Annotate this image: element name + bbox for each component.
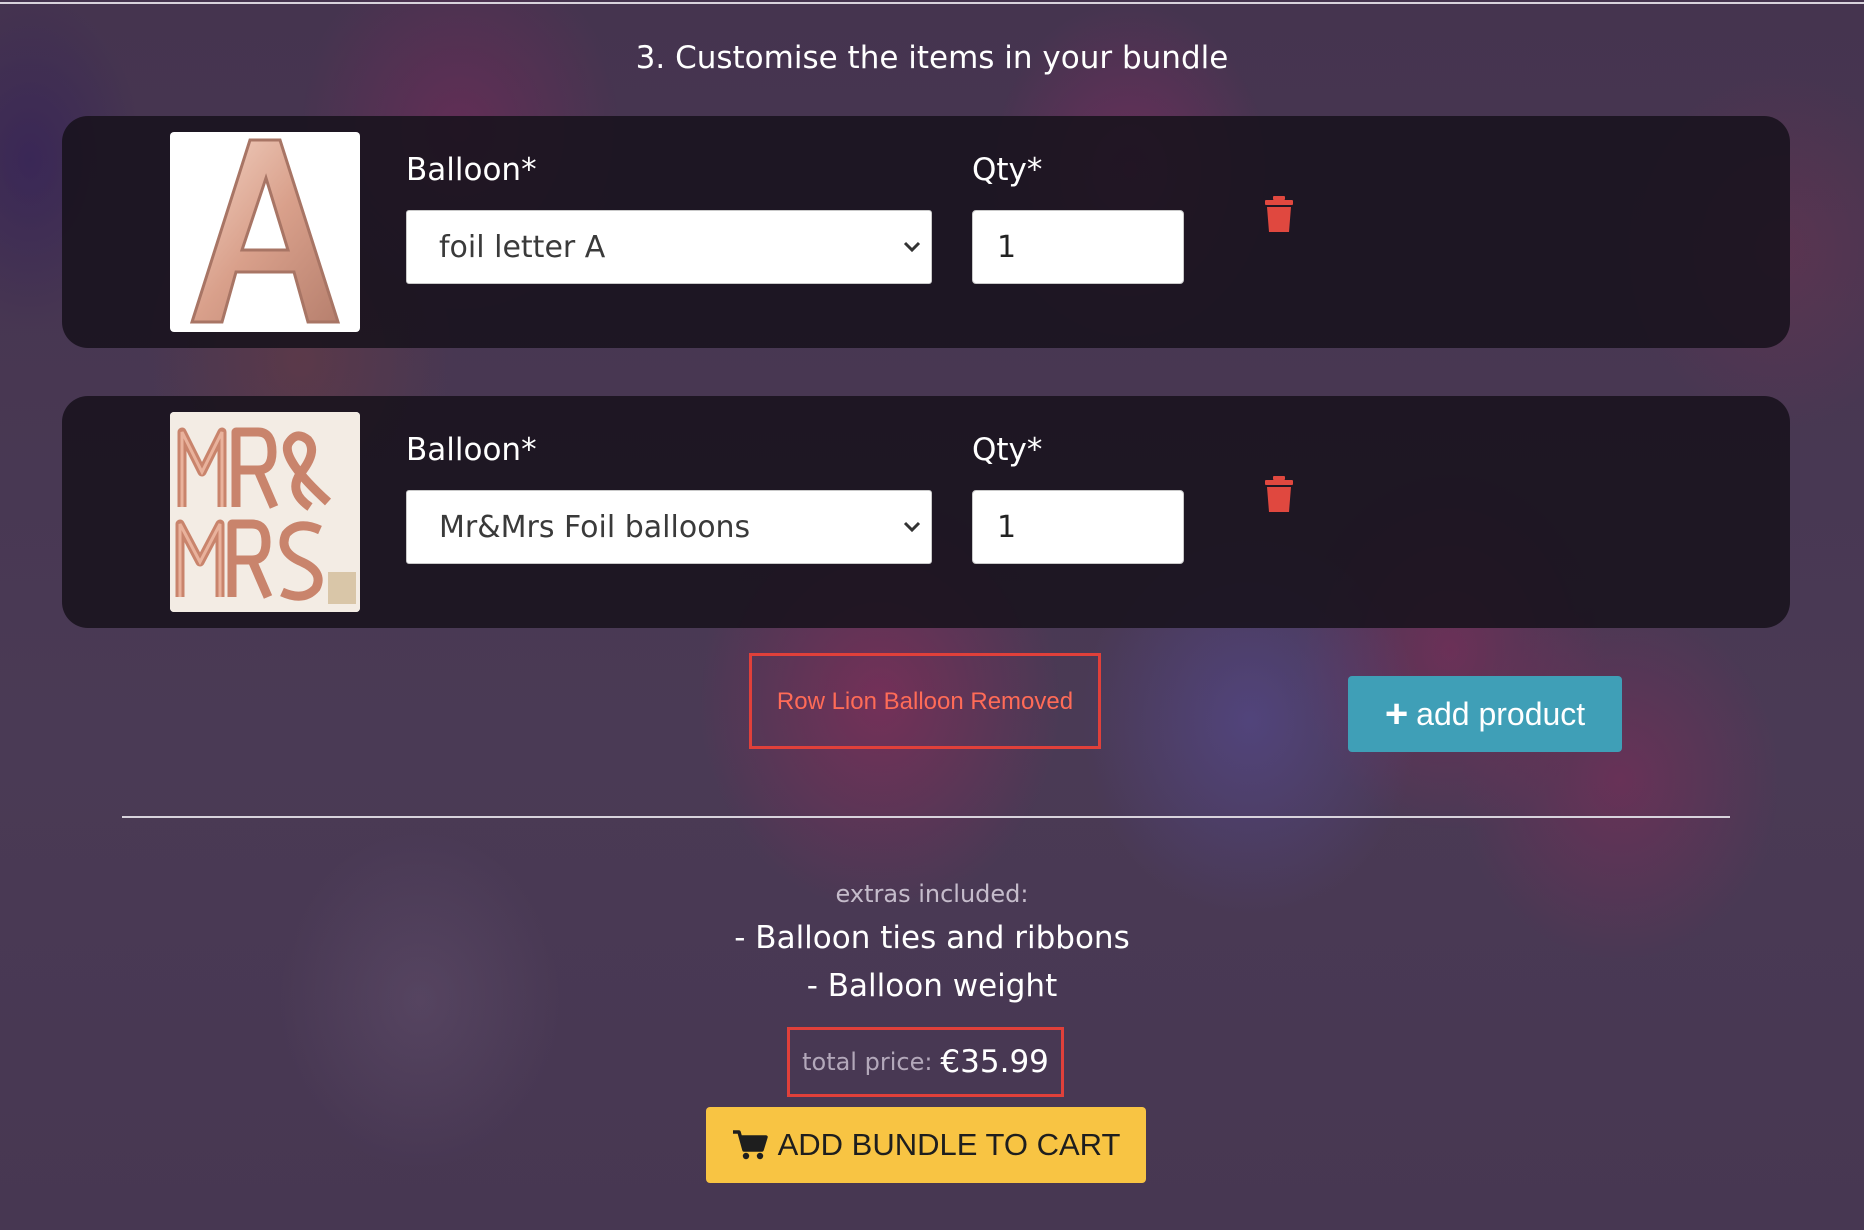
foil-letter-a-image <box>170 132 360 332</box>
balloon-label: Balloon* <box>406 432 537 468</box>
chevron-down-icon <box>903 241 921 253</box>
section-title: 3. Customise the items in your bundle <box>635 40 1229 76</box>
total-price-value: €35.99 <box>940 1044 1049 1080</box>
chevron-down-icon <box>903 521 921 533</box>
total-price: total price: €35.99 <box>787 1027 1064 1097</box>
mr-mrs-foil-image <box>170 412 360 612</box>
qty-label: Qty* <box>972 152 1043 188</box>
removal-notice: Row Lion Balloon Removed <box>749 653 1101 749</box>
qty-input[interactable]: 1 <box>972 210 1184 284</box>
add-bundle-to-cart-button[interactable]: ADD BUNDLE TO CART <box>706 1107 1146 1183</box>
balloon-label: Balloon* <box>406 152 537 188</box>
removal-notice-text: Row Lion Balloon Removed <box>776 688 1074 715</box>
qty-input[interactable]: 1 <box>972 490 1184 564</box>
bundle-item-row: Balloon* Qty* Mr&Mrs Foil balloons 1 <box>62 396 1790 628</box>
extras-item: - Balloon weight <box>806 968 1058 1004</box>
add-product-button[interactable]: + add product <box>1348 676 1622 752</box>
extras-item: - Balloon ties and ribbons <box>734 920 1130 956</box>
cart-icon <box>732 1130 768 1160</box>
add-bundle-to-cart-label: ADD BUNDLE TO CART <box>777 1127 1121 1162</box>
trash-icon[interactable] <box>1264 196 1294 232</box>
add-product-label: add product <box>1416 695 1586 732</box>
balloon-select-value: foil letter A <box>439 230 606 265</box>
trash-icon[interactable] <box>1264 476 1294 512</box>
balloon-select-value: Mr&Mrs Foil balloons <box>439 510 751 545</box>
qty-input-value: 1 <box>997 230 1017 265</box>
total-price-label: total price: <box>802 1048 933 1076</box>
plus-icon: + <box>1384 692 1409 736</box>
qty-label: Qty* <box>972 432 1043 468</box>
balloon-select[interactable]: Mr&Mrs Foil balloons <box>406 490 932 564</box>
extras-label: extras included: <box>835 880 1029 908</box>
balloon-select[interactable]: foil letter A <box>406 210 932 284</box>
section-divider <box>122 816 1730 818</box>
top-divider <box>0 2 1864 4</box>
bundle-item-row: Balloon* Qty* foil letter A 1 <box>62 116 1790 348</box>
qty-input-value: 1 <box>997 510 1017 545</box>
